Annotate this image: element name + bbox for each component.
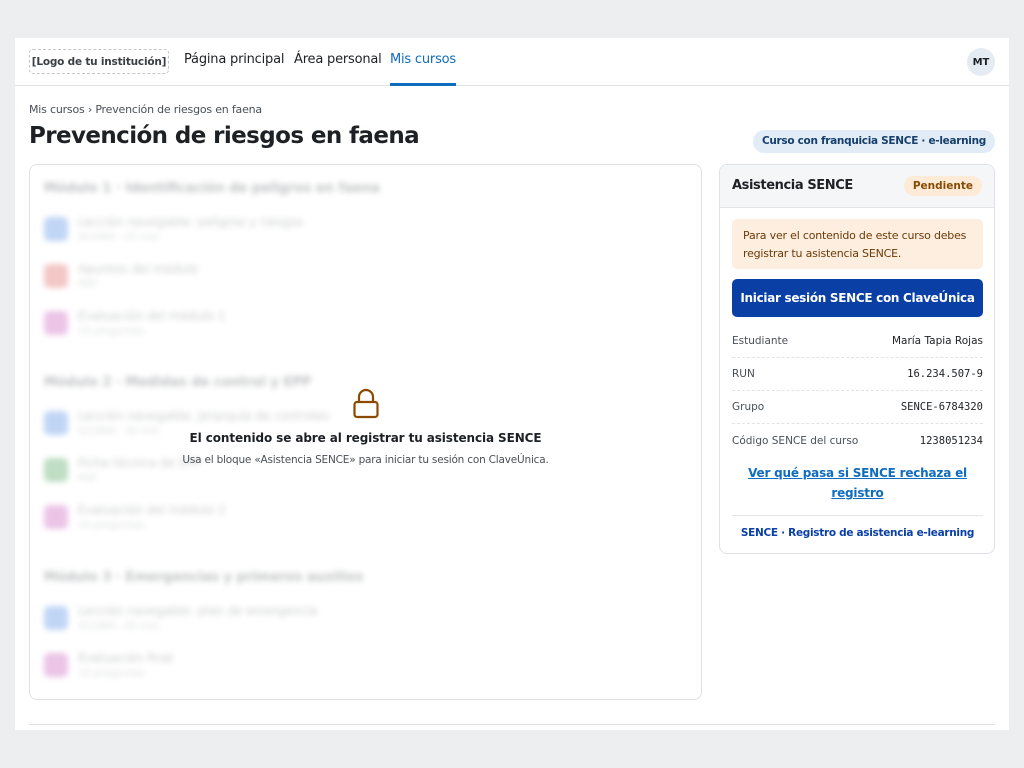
info-label: Estudiante [732,335,789,347]
activity-name: Evaluación del módulo 1 [78,308,226,323]
nav-home-link[interactable]: Página principal [184,38,284,86]
activity-meta: PDF [78,278,98,290]
activity-meta: SCORM · 25 min [78,231,160,243]
user-avatar[interactable]: MT [967,48,995,76]
sence-card-title: Asistencia SENCE [732,178,853,193]
top-navbar: [Logo de tu institución] Página principa… [15,38,1009,86]
breadcrumb-current: Prevención de riesgos en faena [95,103,262,116]
franchise-badge: Curso con franquicia SENCE · e-learning [752,130,995,153]
student-run: 16.234.507-9 [907,368,983,380]
activity-meta: 10 preguntas [78,519,145,531]
lock-overlay: El contenido se abre al registrar tu asi… [30,387,701,466]
activity-icon [44,652,68,677]
breadcrumb: Mis cursos › Prevención de riesgos en fa… [29,103,262,116]
activity-meta: 10 preguntas [78,325,145,337]
activity-meta: SCORM · 20 min [78,620,160,632]
sence-alert: Para ver el contenido de este curso debe… [732,219,983,269]
activity-name: Evaluación del módulo 2 [78,502,226,517]
status-badge: Pendiente [903,176,982,196]
padlock-icon [351,387,381,421]
activity-meta: PDF [78,472,98,484]
activity-item: Evaluación del módulo 2 10 preguntas [30,494,701,541]
lock-title: El contenido se abre al registrar tu asi… [189,431,542,445]
footer-divider [29,724,995,725]
module-title: Módulo 3 · Emergencias y primeros auxili… [44,570,364,585]
info-row-student: Estudiante María Tapia Rojas [732,325,983,358]
activity-icon [44,605,68,630]
activity-item: Evaluación final 15 preguntas [30,642,701,689]
activity-icon [44,263,68,288]
page-title: Prevención de riesgos en faena [29,123,420,149]
course-module: Módulo 1 · Identificación de peligros en… [30,165,701,359]
activity-item: Lección navegable: plan de emergencia SCO… [30,595,701,642]
nav-dashboard-link[interactable]: Área personal [294,38,382,86]
info-label: Código SENCE del curso [732,434,859,447]
sence-course-code: 1238051234 [919,434,983,447]
institution-logo[interactable]: [Logo de tu institución] [29,49,169,74]
activity-item: Lección navegable: peligros y riesgos SCO… [30,206,701,253]
lock-subtitle: Usa el bloque «Asistencia SENCE» para in… [182,454,549,466]
activity-item: Evaluación del módulo 1 10 preguntas [30,300,701,347]
nav-my-courses-link[interactable]: Mis cursos [390,38,456,86]
activity-item: Apuntes del módulo PDF [30,253,701,300]
activity-icon [44,504,68,529]
info-label: RUN [732,368,755,380]
info-row-group: Grupo SENCE-6784320 [732,391,983,424]
activity-name: Lección navegable: plan de emergencia [78,603,318,618]
breadcrumb-separator: › [87,103,93,116]
activity-name: Lección navegable: peligros y riesgos [78,214,304,229]
activity-name: Apuntes del módulo [78,261,199,276]
sence-reject-info-link[interactable]: Ver qué pasa si SENCE rechaza el registr… [732,463,983,503]
info-label: Grupo [732,401,765,413]
sence-attendance-card: Asistencia SENCE Pendiente Para ver el c… [719,164,995,554]
info-row-run: RUN 16.234.507-9 [732,358,983,391]
info-row-course-code: Código SENCE del curso 1238051234 [732,424,983,457]
course-module: Módulo 3 · Emergencias y primeros auxili… [30,554,701,699]
activity-meta: 15 preguntas [78,667,145,679]
activity-icon [44,310,68,335]
course-content-panel: Módulo 1 · Identificación de peligros en… [29,164,702,700]
sence-card-header: Asistencia SENCE Pendiente [720,165,994,208]
activity-icon [44,216,68,241]
sence-card-footer: SENCE · Registro de asistencia e-learnin… [732,515,983,549]
page: [Logo de tu institución] Página principa… [15,38,1009,730]
breadcrumb-my-courses[interactable]: Mis cursos [29,103,85,116]
module-title: Módulo 1 · Identificación de peligros en… [44,181,380,196]
sence-login-button[interactable]: Iniciar sesión SENCE con ClaveÚnica [732,279,983,317]
student-name: María Tapia Rojas [891,335,983,347]
group-code: SENCE-6784320 [900,401,983,413]
activity-name: Evaluación final [78,650,173,665]
